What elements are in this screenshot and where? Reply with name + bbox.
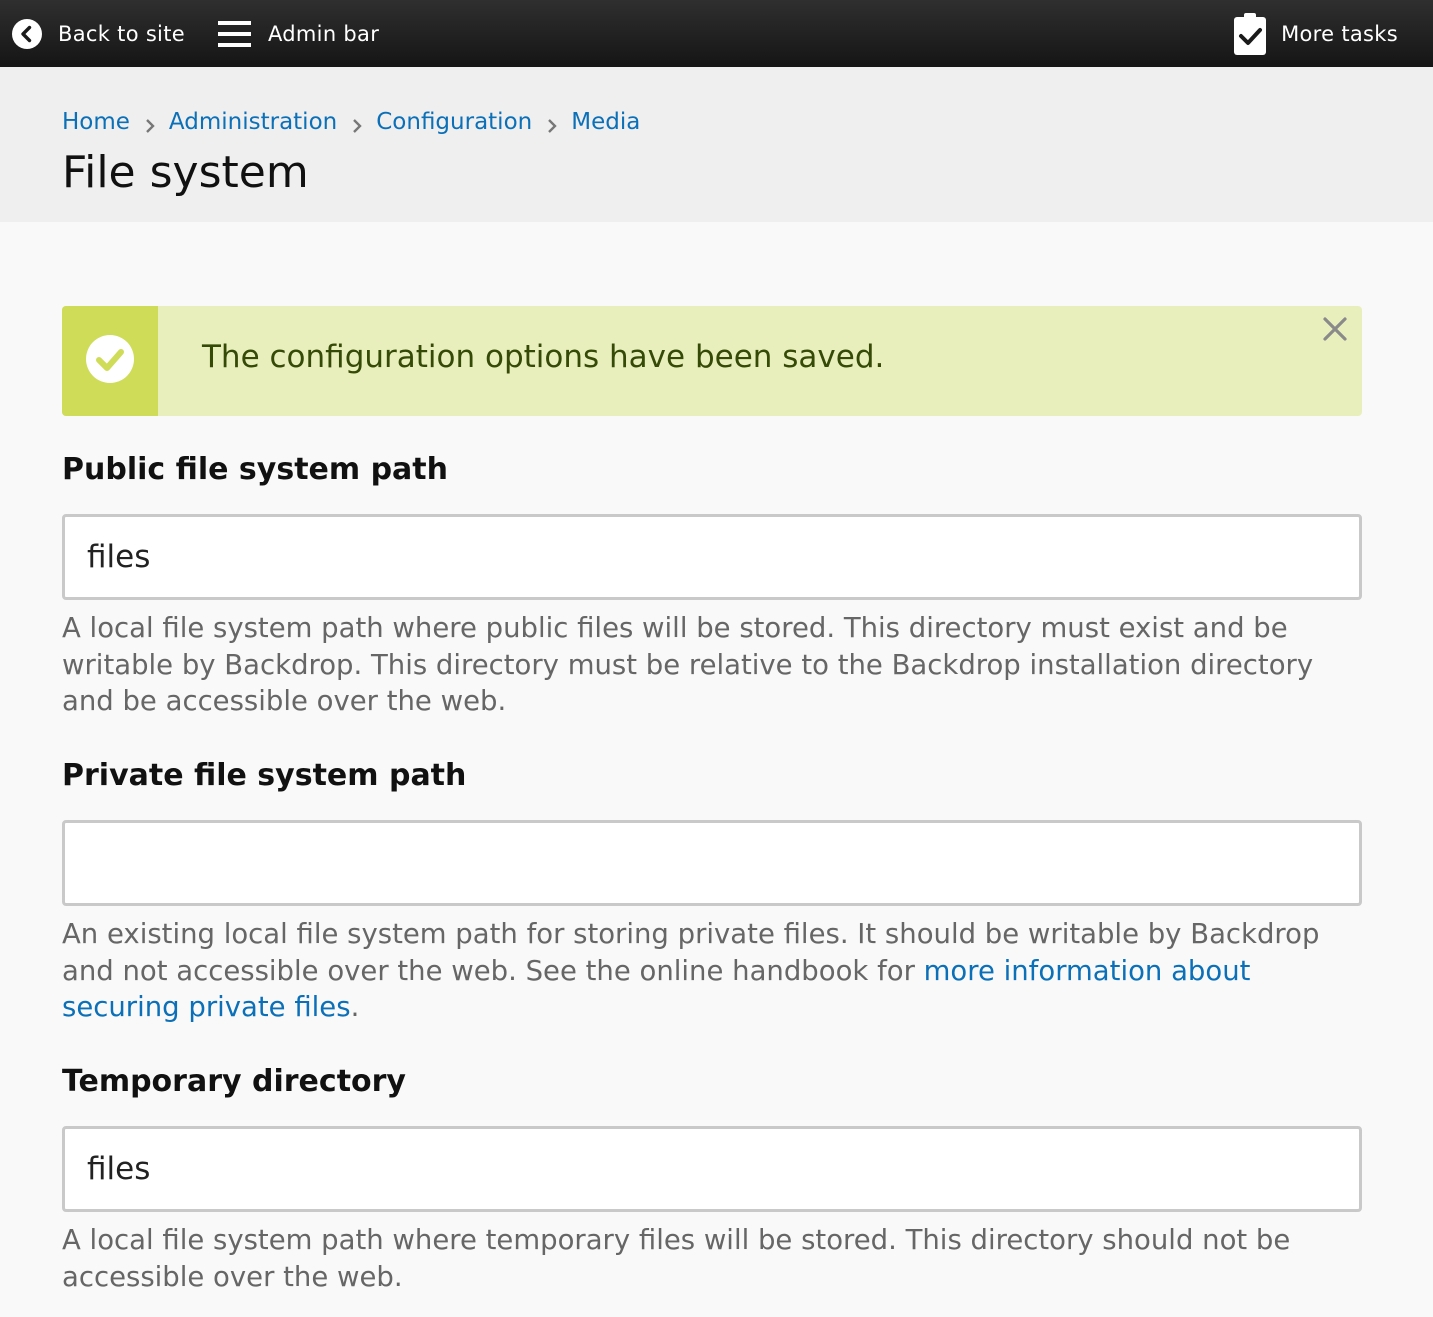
breadcrumb-home[interactable]: Home xyxy=(62,109,130,135)
private-path-description: An existing local file system path for s… xyxy=(62,916,1362,1026)
temporary-directory-description: A local file system path where temporary… xyxy=(62,1224,1291,1293)
public-path-description: A local file system path where public fi… xyxy=(62,612,1314,717)
back-to-site-label: Back to site xyxy=(58,21,185,46)
status-message-icon-box xyxy=(62,306,158,416)
admin-bar-menu-button[interactable]: Admin bar xyxy=(218,0,379,67)
temporary-directory-label: Temporary directory xyxy=(62,1064,406,1099)
breadcrumb-media[interactable]: Media xyxy=(571,109,640,135)
temporary-directory-input[interactable] xyxy=(62,1126,1362,1212)
chevron-right-icon xyxy=(144,114,156,133)
admin-bar-label: Admin bar xyxy=(268,21,380,46)
more-tasks-button[interactable]: More tasks xyxy=(1233,0,1398,67)
page-header: Home Administration Configuration Media … xyxy=(0,67,1433,222)
private-path-description-end: . xyxy=(350,991,360,1023)
private-path-label: Private file system path xyxy=(62,758,467,793)
admin-bar: Back to site Admin bar More tasks xyxy=(0,0,1433,67)
clipboard-check-icon xyxy=(1233,12,1267,56)
hamburger-icon xyxy=(218,19,251,49)
circle-chevron-left-icon xyxy=(12,18,42,49)
dismiss-message-button[interactable] xyxy=(1320,316,1350,346)
private-path-field: Private file system path An existing loc… xyxy=(62,758,1362,1026)
chevron-right-icon xyxy=(546,114,558,133)
check-circle-icon xyxy=(86,335,134,387)
status-message: The configuration options have been save… xyxy=(62,306,1362,416)
close-icon xyxy=(1322,316,1348,346)
private-path-input[interactable] xyxy=(62,820,1362,906)
public-path-field: Public file system path A local file sys… xyxy=(62,452,1362,720)
breadcrumb-administration[interactable]: Administration xyxy=(169,109,337,135)
breadcrumb-configuration[interactable]: Configuration xyxy=(376,109,532,135)
back-to-site-link[interactable]: Back to site xyxy=(12,0,185,67)
status-message-text: The configuration options have been save… xyxy=(202,339,885,375)
chevron-right-icon xyxy=(351,114,363,133)
public-path-input[interactable] xyxy=(62,514,1362,600)
temporary-directory-field: Temporary directory A local file system … xyxy=(62,1064,1362,1295)
public-path-label: Public file system path xyxy=(62,452,449,487)
more-tasks-label: More tasks xyxy=(1281,21,1398,46)
page-title: File system xyxy=(62,147,309,198)
breadcrumb: Home Administration Configuration Media xyxy=(62,109,640,135)
